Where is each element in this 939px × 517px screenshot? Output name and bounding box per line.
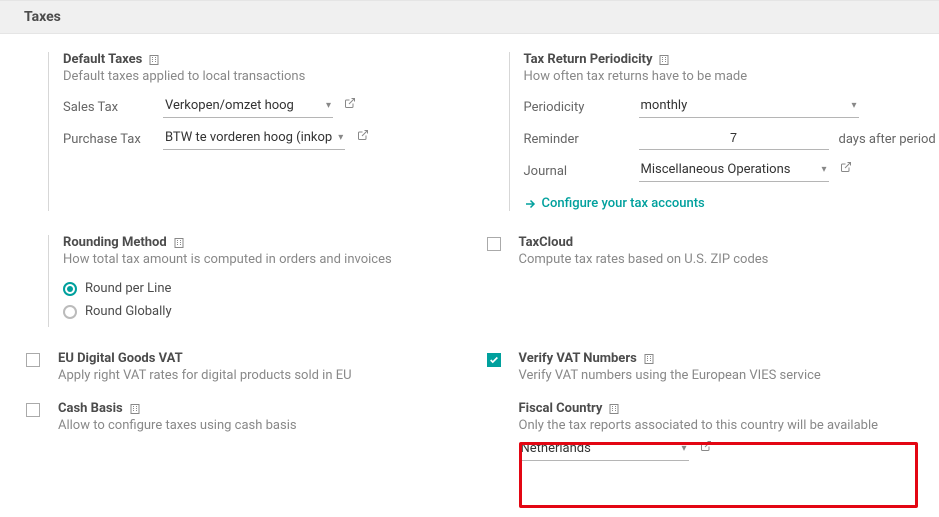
building-icon: [148, 54, 160, 66]
round-globally-radio[interactable]: Round Globally: [63, 304, 479, 319]
external-link-icon[interactable]: [357, 129, 369, 141]
eu-vat-title: EU Digital Goods VAT: [58, 351, 183, 366]
verify-vat-desc: Verify VAT numbers using the European VI…: [519, 368, 939, 383]
fiscal-country-block: Fiscal Country Only the tax reports asso…: [509, 401, 939, 461]
configure-tax-accounts-link[interactable]: Configure your tax accounts: [524, 196, 939, 211]
section-header: Taxes: [0, 1, 939, 34]
reminder-input[interactable]: [639, 128, 829, 150]
eu-vat-checkbox[interactable]: [26, 353, 40, 367]
external-link-icon[interactable]: [840, 161, 852, 173]
rounding-block: Rounding Method How total tax amount is …: [48, 235, 479, 327]
sales-tax-value: Verkopen/omzet hoog: [165, 98, 294, 113]
settings-page: Taxes Default Taxes Default taxes applie…: [0, 0, 939, 517]
default-taxes-title: Default Taxes: [63, 52, 142, 67]
fiscal-country-value: Netherlands: [521, 441, 591, 456]
default-taxes-block: Default Taxes Default taxes applied to l…: [48, 52, 479, 211]
journal-label: Journal: [524, 164, 639, 179]
round-globally-label: Round Globally: [85, 304, 172, 319]
caret-down-icon: ▾: [326, 100, 331, 111]
verify-vat-title: Verify VAT Numbers: [519, 351, 637, 366]
taxcloud-block: TaxCloud Compute tax rates based on U.S.…: [509, 235, 939, 327]
section-title: Taxes: [24, 9, 915, 25]
cash-basis-checkbox[interactable]: [26, 403, 40, 417]
tax-return-title: Tax Return Periodicity: [524, 52, 653, 67]
purchase-tax-label: Purchase Tax: [63, 132, 163, 147]
default-taxes-desc: Default taxes applied to local transacti…: [63, 69, 479, 84]
rounding-desc: How total tax amount is computed in orde…: [63, 252, 479, 267]
caret-down-icon: ▾: [681, 443, 686, 454]
configure-link-text: Configure your tax accounts: [542, 196, 705, 211]
periodicity-select[interactable]: monthly ▾: [639, 96, 859, 118]
building-icon: [608, 403, 620, 415]
rounding-title: Rounding Method: [63, 235, 167, 250]
purchase-tax-value: BTW te vorderen hoog (inkop: [165, 130, 332, 145]
radio-icon: [63, 282, 77, 296]
sales-tax-label: Sales Tax: [63, 100, 163, 115]
cash-basis-desc: Allow to configure taxes using cash basi…: [58, 418, 479, 433]
taxcloud-checkbox[interactable]: [487, 237, 501, 251]
fiscal-country-select[interactable]: Netherlands ▾: [519, 439, 689, 461]
tax-return-block: Tax Return Periodicity How often tax ret…: [509, 52, 939, 211]
verify-vat-block: Verify VAT Numbers Verify VAT numbers us…: [509, 351, 939, 383]
verify-vat-checkbox[interactable]: [487, 353, 501, 367]
sales-tax-select[interactable]: Verkopen/omzet hoog ▾: [163, 96, 333, 118]
building-icon: [658, 54, 670, 66]
building-icon: [129, 403, 141, 415]
journal-select[interactable]: Miscellaneous Operations ▾: [639, 160, 829, 182]
eu-vat-block: EU Digital Goods VAT Apply right VAT rat…: [48, 351, 479, 383]
reminder-label: Reminder: [524, 132, 639, 147]
fiscal-country-title: Fiscal Country: [519, 401, 603, 416]
building-icon: [643, 353, 655, 365]
purchase-tax-select[interactable]: BTW te vorderen hoog (inkop ▾: [163, 128, 345, 150]
cash-basis-block: Cash Basis Allow to configure taxes usin…: [48, 401, 479, 461]
external-link-icon[interactable]: [700, 440, 712, 452]
external-link-icon[interactable]: [344, 97, 356, 109]
journal-value: Miscellaneous Operations: [641, 162, 791, 177]
tax-return-desc: How often tax returns have to be made: [524, 69, 939, 84]
fiscal-country-desc: Only the tax reports associated to this …: [519, 418, 939, 433]
settings-content: Default Taxes Default taxes applied to l…: [0, 34, 939, 479]
round-per-line-radio[interactable]: Round per Line: [63, 281, 479, 296]
cash-basis-title: Cash Basis: [58, 401, 123, 416]
caret-down-icon: ▾: [851, 100, 856, 111]
caret-down-icon: ▾: [821, 164, 826, 175]
periodicity-label: Periodicity: [524, 100, 639, 115]
round-per-line-label: Round per Line: [85, 281, 171, 296]
eu-vat-desc: Apply right VAT rates for digital produc…: [58, 368, 479, 383]
taxcloud-desc: Compute tax rates based on U.S. ZIP code…: [519, 252, 939, 267]
taxcloud-title: TaxCloud: [519, 235, 574, 250]
caret-down-icon: ▾: [338, 132, 343, 143]
periodicity-value: monthly: [641, 98, 688, 113]
radio-icon: [63, 305, 77, 319]
building-icon: [173, 237, 185, 249]
reminder-suffix: days after period: [839, 132, 936, 147]
